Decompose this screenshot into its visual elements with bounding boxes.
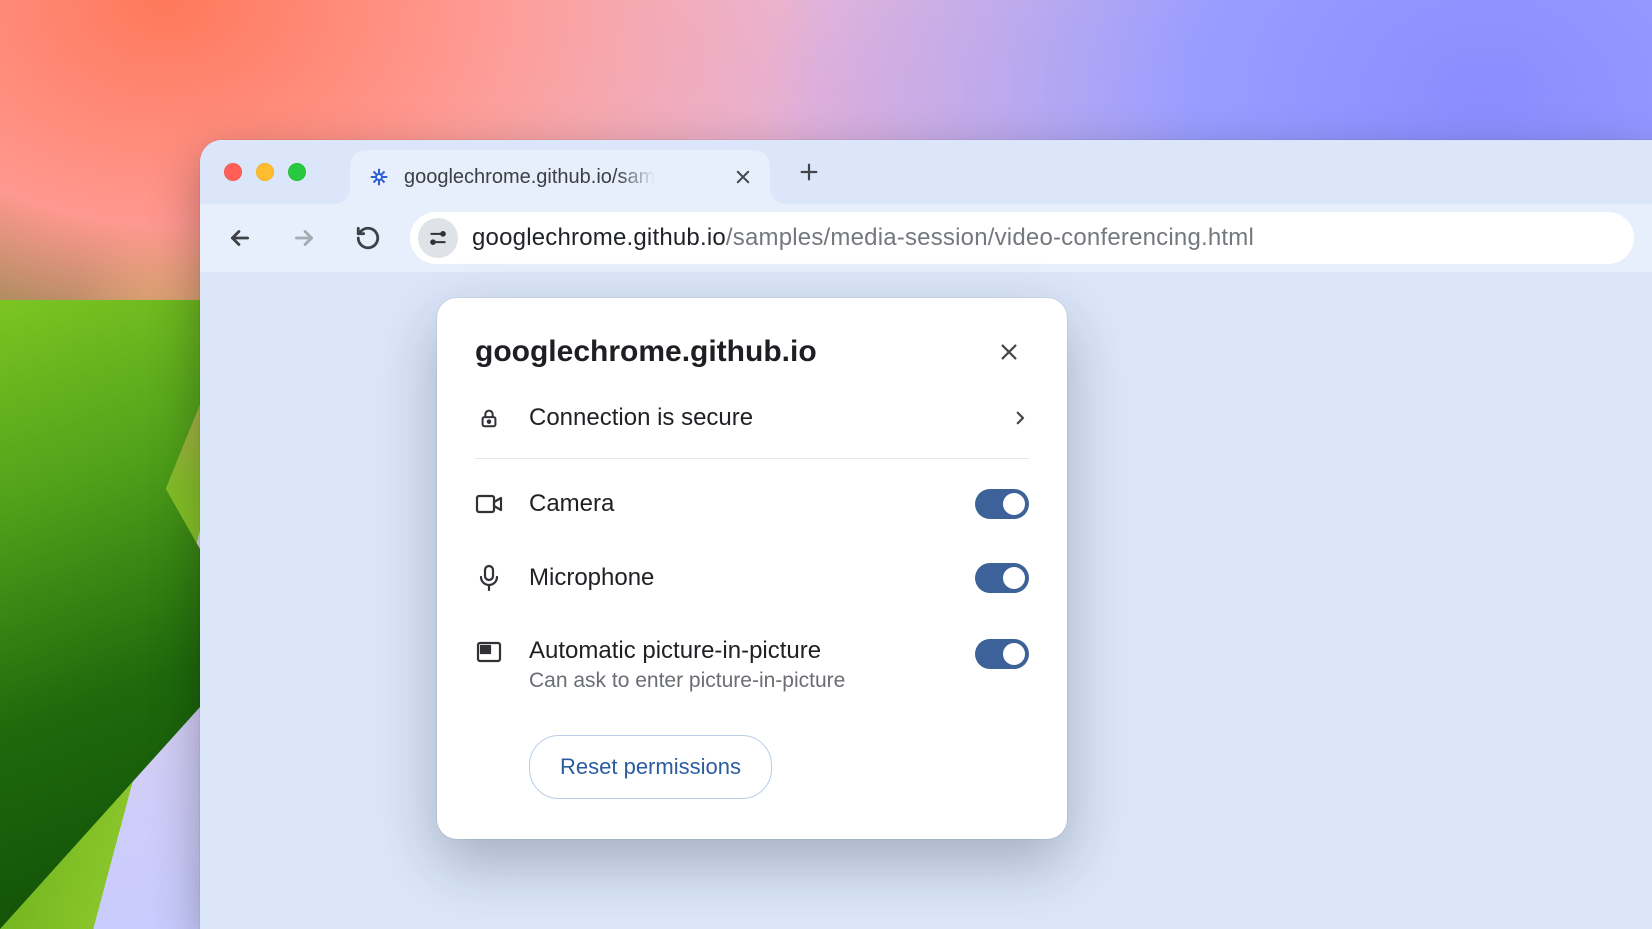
close-window-button[interactable] — [224, 163, 242, 181]
camera-toggle[interactable] — [975, 489, 1029, 519]
window-controls — [224, 163, 306, 181]
divider — [475, 458, 1029, 459]
connection-security-label: Connection is secure — [529, 404, 753, 432]
camera-icon — [475, 493, 503, 515]
reload-button[interactable] — [346, 216, 390, 260]
permission-label: Automatic picture-in-picture — [529, 637, 845, 665]
address-bar[interactable]: googlechrome.github.io/samples/media-ses… — [410, 212, 1634, 264]
microphone-icon — [475, 564, 503, 592]
browser-tab[interactable]: googlechrome.github.io/sam — [350, 150, 770, 204]
lock-icon — [475, 405, 503, 431]
permission-sublabel: Can ask to enter picture-in-picture — [529, 669, 845, 693]
pip-toggle[interactable] — [975, 639, 1029, 669]
popover-origin-title: googlechrome.github.io — [475, 335, 817, 369]
reset-permissions-button[interactable]: Reset permissions — [529, 735, 772, 799]
tab-close-button[interactable] — [734, 168, 752, 186]
url-host: googlechrome.github.io — [472, 224, 726, 251]
permission-label: Camera — [529, 490, 614, 518]
permission-row-camera: Camera — [437, 467, 1067, 541]
tab-title: googlechrome.github.io/sam — [404, 166, 655, 189]
site-info-popover: googlechrome.github.io Connection is sec… — [437, 298, 1067, 839]
popover-close-button[interactable] — [989, 332, 1029, 372]
forward-button[interactable] — [282, 216, 326, 260]
fullscreen-window-button[interactable] — [288, 163, 306, 181]
back-button[interactable] — [218, 216, 262, 260]
permission-label: Microphone — [529, 564, 654, 592]
picture-in-picture-icon — [475, 641, 503, 663]
microphone-toggle[interactable] — [975, 563, 1029, 593]
permission-row-microphone: Microphone — [437, 541, 1067, 615]
tab-strip: googlechrome.github.io/sam — [200, 140, 1652, 204]
new-tab-button[interactable] — [798, 161, 820, 183]
url-path: /samples/media-session/video-conferencin… — [726, 224, 1254, 251]
url-text: googlechrome.github.io/samples/media-ses… — [472, 226, 1254, 250]
site-settings-button[interactable] — [418, 218, 458, 258]
minimize-window-button[interactable] — [256, 163, 274, 181]
chevron-right-icon — [1011, 409, 1029, 427]
tab-favicon-icon — [368, 166, 390, 188]
permission-row-pip: Automatic picture-in-picture Can ask to … — [437, 615, 1067, 715]
connection-security-row[interactable]: Connection is secure — [437, 382, 1067, 454]
browser-toolbar: googlechrome.github.io/samples/media-ses… — [200, 204, 1652, 272]
